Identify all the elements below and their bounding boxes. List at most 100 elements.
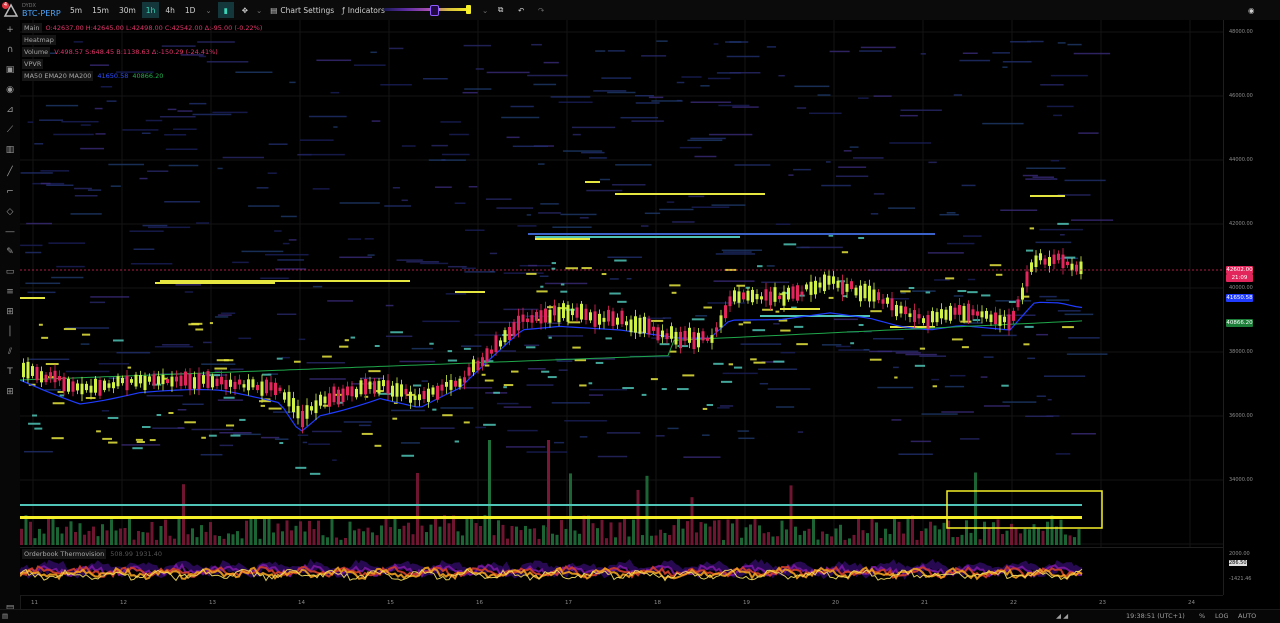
heatmap-level [316,59,352,62]
candle [116,376,120,387]
symbol-selector[interactable]: DYDX BTC-PERP [22,3,64,18]
candle [382,380,385,387]
grid-tool-icon[interactable]: ⊞ [4,306,16,318]
crosshair-tool-icon[interactable]: + [4,24,16,36]
rectangle-icon[interactable]: ▭ [4,266,16,278]
candle [220,376,223,385]
heatmap-level [276,313,297,316]
legend-volume[interactable]: Volume V:498.57 S:648.45 B:1138.63 Δ:-15… [22,46,262,58]
heatmap-level [829,50,850,53]
timeframe-4h[interactable]: 4h [161,2,179,18]
candle [404,388,408,395]
legend-main[interactable]: Main O:42637.00 H:42645.00 L:42498.00 C:… [22,22,262,34]
horizontal-line-icon[interactable]: ― [4,226,16,238]
timeframe-1h[interactable]: 1h [141,2,160,18]
settings-dropdown-icon[interactable]: ⌄ [252,2,266,18]
lock-icon[interactable]: ▣ [4,64,16,76]
slider-handle-low[interactable] [430,5,439,16]
parallel-channel-icon[interactable]: ⫽ [4,346,16,358]
heatmap-level [1068,337,1100,339]
crosshair-icon[interactable]: ✥ [238,2,252,18]
legend-vpvr[interactable]: VPVR [22,58,262,70]
slider-dropdown-icon[interactable]: ⌄ [478,2,492,18]
heatmap-level [858,323,864,326]
timeframe-15m[interactable]: 15m [88,2,113,18]
timeframe-5m[interactable]: 5m [66,2,86,18]
candle [472,359,475,373]
candle [1034,255,1038,268]
candle [895,304,898,317]
brush-icon[interactable]: ✎ [4,246,16,258]
eye-icon[interactable]: ◉ [4,84,16,96]
candle [773,287,777,302]
volume-bar [267,518,271,545]
trash-icon[interactable]: ▥ [4,144,16,156]
heatmap-level [411,347,433,350]
orderbook-thermovision-pane[interactable]: Orderbook Thermovision 508.99 1931.40 [20,547,1223,596]
heatmap-level [757,265,763,268]
heatmap-level [289,81,296,84]
timeframe-30m[interactable]: 30m [115,2,140,18]
heatmap-level [127,366,132,369]
heatmap-level [550,96,591,98]
heatmap-level [45,104,79,107]
price-chart[interactable] [20,20,1223,547]
percent-toggle[interactable]: % [1199,612,1205,620]
undo-icon[interactable]: ↶ [514,2,528,18]
heatmap-level [232,261,249,264]
heatmap-level [293,360,301,363]
volume-bar [92,526,95,545]
fib-icon[interactable]: ≡ [4,286,16,298]
symbol-label: BTC-PERP [22,8,61,18]
time-axis[interactable]: 11 12 13 14 15 16 17 18 19 20 21 22 23 2… [20,595,1223,610]
legend-ma[interactable]: MA50 EMA20 MA200 41650.58 40866.20 [22,70,262,82]
measure-icon[interactable]: ⊿ [4,104,16,116]
heatmap-level [620,116,659,119]
heatmap-level [449,133,469,136]
log-toggle[interactable]: LOG [1215,612,1229,620]
app-logo[interactable]: 4 [2,2,20,18]
heatmap-level [531,43,542,46]
auto-toggle[interactable]: AUTO [1238,612,1256,620]
heatmap-level [260,404,266,407]
clock-label[interactable]: 19:38:51 (UTC+1) [1126,612,1185,620]
redo-icon[interactable]: ↷ [534,2,548,18]
heatmap-level [556,360,573,362]
candle [931,311,934,323]
candle-type-icon[interactable]: ▮ [217,2,234,18]
trendline-icon[interactable]: ╱ [4,166,16,178]
slider-handle-high[interactable] [466,5,471,14]
candle [278,387,282,391]
eraser-icon[interactable]: ◇ [4,206,16,218]
heatmap-level [571,126,616,129]
ruler-icon[interactable]: ⟋ [4,124,16,136]
heatmap-level [667,427,679,430]
magnet-icon[interactable]: ∩ [4,44,16,56]
vertical-line-icon[interactable]: │ [4,326,16,338]
heatmap-level [299,139,334,141]
path-icon[interactable]: ⌐ [4,186,16,198]
volume-bar [294,525,298,545]
indicators-button[interactable]: ƒ Indicators [338,2,389,18]
volume-bar [393,517,397,545]
volume-bar [614,537,617,545]
volume-bar [249,517,253,545]
text-tool-icon[interactable]: T [4,366,16,378]
volume-bar [803,530,806,545]
legend-heatmap[interactable]: Heatmap [22,34,262,46]
chart-settings-label: Chart Settings [280,5,335,15]
screenshot-icon[interactable]: ◉ [1244,2,1259,18]
timeframe-dropdown-icon[interactable]: ⌄ [201,2,215,18]
heatmap-level [700,85,710,87]
candle [1061,254,1065,269]
price-axis[interactable]: 48000.00 46000.00 44000.00 42000.00 4000… [1223,20,1280,595]
chart-canvas[interactable] [20,20,1223,547]
pattern-icon[interactable]: ⊞ [4,386,16,398]
replay-icon[interactable]: ⧉ [494,2,507,18]
layout-toggle-icon[interactable]: ▤ [2,612,8,620]
heatmap-level [399,360,435,363]
timeframe-1d[interactable]: 1D [181,2,200,18]
heatmap-level [691,318,705,321]
chart-settings-button[interactable]: ▤ Chart Settings [266,2,338,18]
heatmap-contrast-slider[interactable] [384,5,471,16]
